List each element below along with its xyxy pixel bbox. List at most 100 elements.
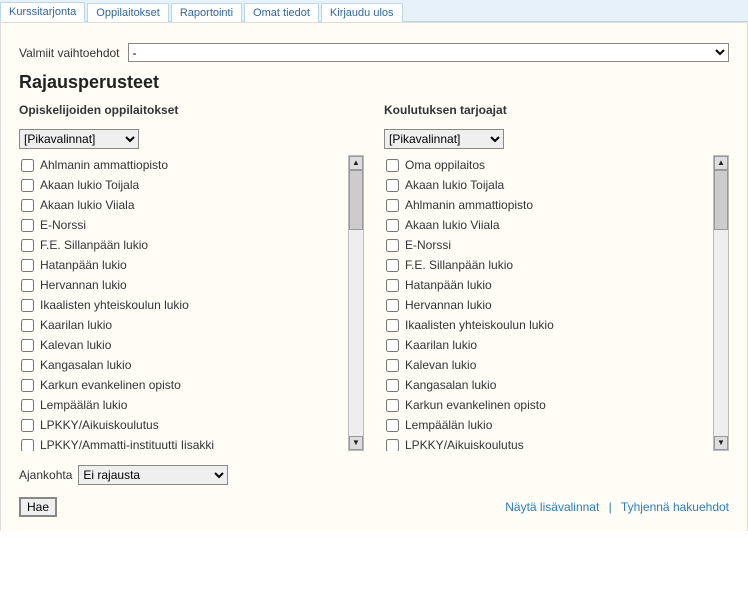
list-item-label: Ahlmanin ammattiopisto xyxy=(405,196,533,214)
tab-kirjaudu-ulos[interactable]: Kirjaudu ulos xyxy=(321,3,403,22)
list-item: Kalevan lukio xyxy=(384,355,713,375)
left-pikavalinnat-select[interactable]: [Pikavalinnat] xyxy=(19,129,139,149)
left-checkbox[interactable] xyxy=(21,379,34,392)
left-checkbox[interactable] xyxy=(21,219,34,232)
right-title: Koulutuksen tarjoajat xyxy=(384,103,729,117)
left-checkbox[interactable] xyxy=(21,439,34,452)
left-checkbox[interactable] xyxy=(21,179,34,192)
right-list-wrap: Oma oppilaitosAkaan lukio Toijala Ahlmani… xyxy=(384,155,729,451)
left-checkbox[interactable] xyxy=(21,339,34,352)
link-tyhjenna-hakuehdot[interactable]: Tyhjennä hakuehdot xyxy=(621,500,729,514)
list-item: Ikaalisten yhteiskoulun lukio xyxy=(384,315,713,335)
list-item: F.E. Sillanpään lukio xyxy=(19,235,348,255)
list-item-label: Hatanpään lukio xyxy=(405,276,492,294)
link-separator: | xyxy=(609,500,612,514)
list-item: Hervannan lukio xyxy=(19,275,348,295)
list-item: Akaan lukio Viiala xyxy=(384,215,713,235)
list-item: E-Norssi xyxy=(19,215,348,235)
left-checkbox[interactable] xyxy=(21,239,34,252)
ajankohta-select[interactable]: Ei rajausta xyxy=(78,465,228,485)
left-checkbox[interactable] xyxy=(21,159,34,172)
tab-omat-tiedot[interactable]: Omat tiedot xyxy=(244,3,319,22)
list-item-label: LPKKY/Aikuiskoulutus xyxy=(40,416,159,434)
right-checkbox[interactable] xyxy=(386,359,399,372)
list-item: LPKKY/Ammatti-instituutti Iisakki xyxy=(19,435,348,451)
list-item-label: Kalevan lukio xyxy=(405,356,476,374)
left-checkbox[interactable] xyxy=(21,359,34,372)
valmiit-select[interactable]: - xyxy=(128,43,730,62)
tab-oppilaitokset[interactable]: Oppilaitokset xyxy=(87,3,169,22)
tab-bar: Kurssitarjonta Oppilaitokset Raportointi… xyxy=(0,0,748,22)
tab-raportointi[interactable]: Raportointi xyxy=(171,3,242,22)
list-item-label: Ikaalisten yhteiskoulun lukio xyxy=(405,316,554,334)
list-item-label: E-Norssi xyxy=(405,236,451,254)
list-item: Karkun evankelinen opisto xyxy=(384,395,713,415)
list-item-label: Akaan lukio Viiala xyxy=(405,216,500,234)
list-item: Karkun evankelinen opisto xyxy=(19,375,348,395)
left-checkbox[interactable] xyxy=(21,279,34,292)
right-scrollbar[interactable]: ▲ ▼ xyxy=(713,155,729,451)
left-scrollbar[interactable]: ▲ ▼ xyxy=(348,155,364,451)
list-item: LPKKY/Aikuiskoulutus xyxy=(19,415,348,435)
list-item-label: Kaarilan lukio xyxy=(40,316,112,334)
list-item: Kangasalan lukio xyxy=(384,375,713,395)
right-checkbox[interactable] xyxy=(386,279,399,292)
link-nayta-lisavalinnat[interactable]: Näytä lisävalinnat xyxy=(505,500,599,514)
scroll-up-icon[interactable]: ▲ xyxy=(349,156,363,170)
left-checkbox[interactable] xyxy=(21,259,34,272)
right-checkbox[interactable] xyxy=(386,199,399,212)
list-item-label: LPKKY/Aikuiskoulutus xyxy=(405,436,524,451)
scroll-track[interactable] xyxy=(349,170,363,436)
col-opiskelijoiden-oppilaitokset: Opiskelijoiden oppilaitokset [Pikavalinn… xyxy=(19,103,364,451)
list-item-label: Ikaalisten yhteiskoulun lukio xyxy=(40,296,189,314)
right-checkbox[interactable] xyxy=(386,399,399,412)
list-item: Kaarilan lukio xyxy=(19,315,348,335)
right-checkbox[interactable] xyxy=(386,439,399,452)
list-item: F.E. Sillanpään lukio xyxy=(384,255,713,275)
two-column-area: Opiskelijoiden oppilaitokset [Pikavalinn… xyxy=(19,103,729,451)
right-checkbox[interactable] xyxy=(386,299,399,312)
scroll-track[interactable] xyxy=(714,170,728,436)
scroll-thumb[interactable] xyxy=(349,170,363,230)
list-item-label: E-Norssi xyxy=(40,216,86,234)
right-checkbox[interactable] xyxy=(386,219,399,232)
right-checkbox[interactable] xyxy=(386,239,399,252)
tab-kurssitarjonta[interactable]: Kurssitarjonta xyxy=(0,2,85,22)
right-checkbox[interactable] xyxy=(386,339,399,352)
left-checkbox[interactable] xyxy=(21,199,34,212)
valmiit-label: Valmiit vaihtoehdot xyxy=(19,46,120,60)
list-item: Ahlmanin ammattiopisto xyxy=(384,195,713,215)
list-item-label: Karkun evankelinen opisto xyxy=(405,396,546,414)
list-item-label: LPKKY/Ammatti-instituutti Iisakki xyxy=(40,436,214,451)
list-item: Hatanpään lukio xyxy=(19,255,348,275)
row-ajankohta: Ajankohta Ei rajausta xyxy=(19,465,729,485)
list-item-label: F.E. Sillanpään lukio xyxy=(40,236,148,254)
left-checkbox[interactable] xyxy=(21,399,34,412)
list-item-label: Kangasalan lukio xyxy=(405,376,496,394)
list-item: LPKKY/Aikuiskoulutus xyxy=(384,435,713,451)
right-checkbox[interactable] xyxy=(386,179,399,192)
content-panel: Valmiit vaihtoehdot - Rajausperusteet Op… xyxy=(0,22,748,531)
list-item-label: Kaarilan lukio xyxy=(405,336,477,354)
right-pikavalinnat-select[interactable]: [Pikavalinnat] xyxy=(384,129,504,149)
list-item-label: Hervannan lukio xyxy=(405,296,492,314)
right-checkbox[interactable] xyxy=(386,319,399,332)
left-checkbox[interactable] xyxy=(21,299,34,312)
list-item: Ahlmanin ammattiopisto xyxy=(19,155,348,175)
right-list: Oma oppilaitosAkaan lukio Toijala Ahlmani… xyxy=(384,155,713,451)
right-checkbox[interactable] xyxy=(386,259,399,272)
left-title: Opiskelijoiden oppilaitokset xyxy=(19,103,364,117)
right-checkbox[interactable] xyxy=(386,419,399,432)
scroll-down-icon[interactable]: ▼ xyxy=(714,436,728,450)
right-checkbox[interactable] xyxy=(386,159,399,172)
list-item-label: Akaan lukio Toijala xyxy=(405,176,504,194)
left-checkbox[interactable] xyxy=(21,419,34,432)
left-checkbox[interactable] xyxy=(21,319,34,332)
scroll-up-icon[interactable]: ▲ xyxy=(714,156,728,170)
list-item: Oma oppilaitos xyxy=(384,155,713,175)
hae-button[interactable]: Hae xyxy=(19,497,57,517)
scroll-down-icon[interactable]: ▼ xyxy=(349,436,363,450)
footer-row: Hae Näytä lisävalinnat | Tyhjennä hakueh… xyxy=(19,497,729,517)
right-checkbox[interactable] xyxy=(386,379,399,392)
scroll-thumb[interactable] xyxy=(714,170,728,230)
